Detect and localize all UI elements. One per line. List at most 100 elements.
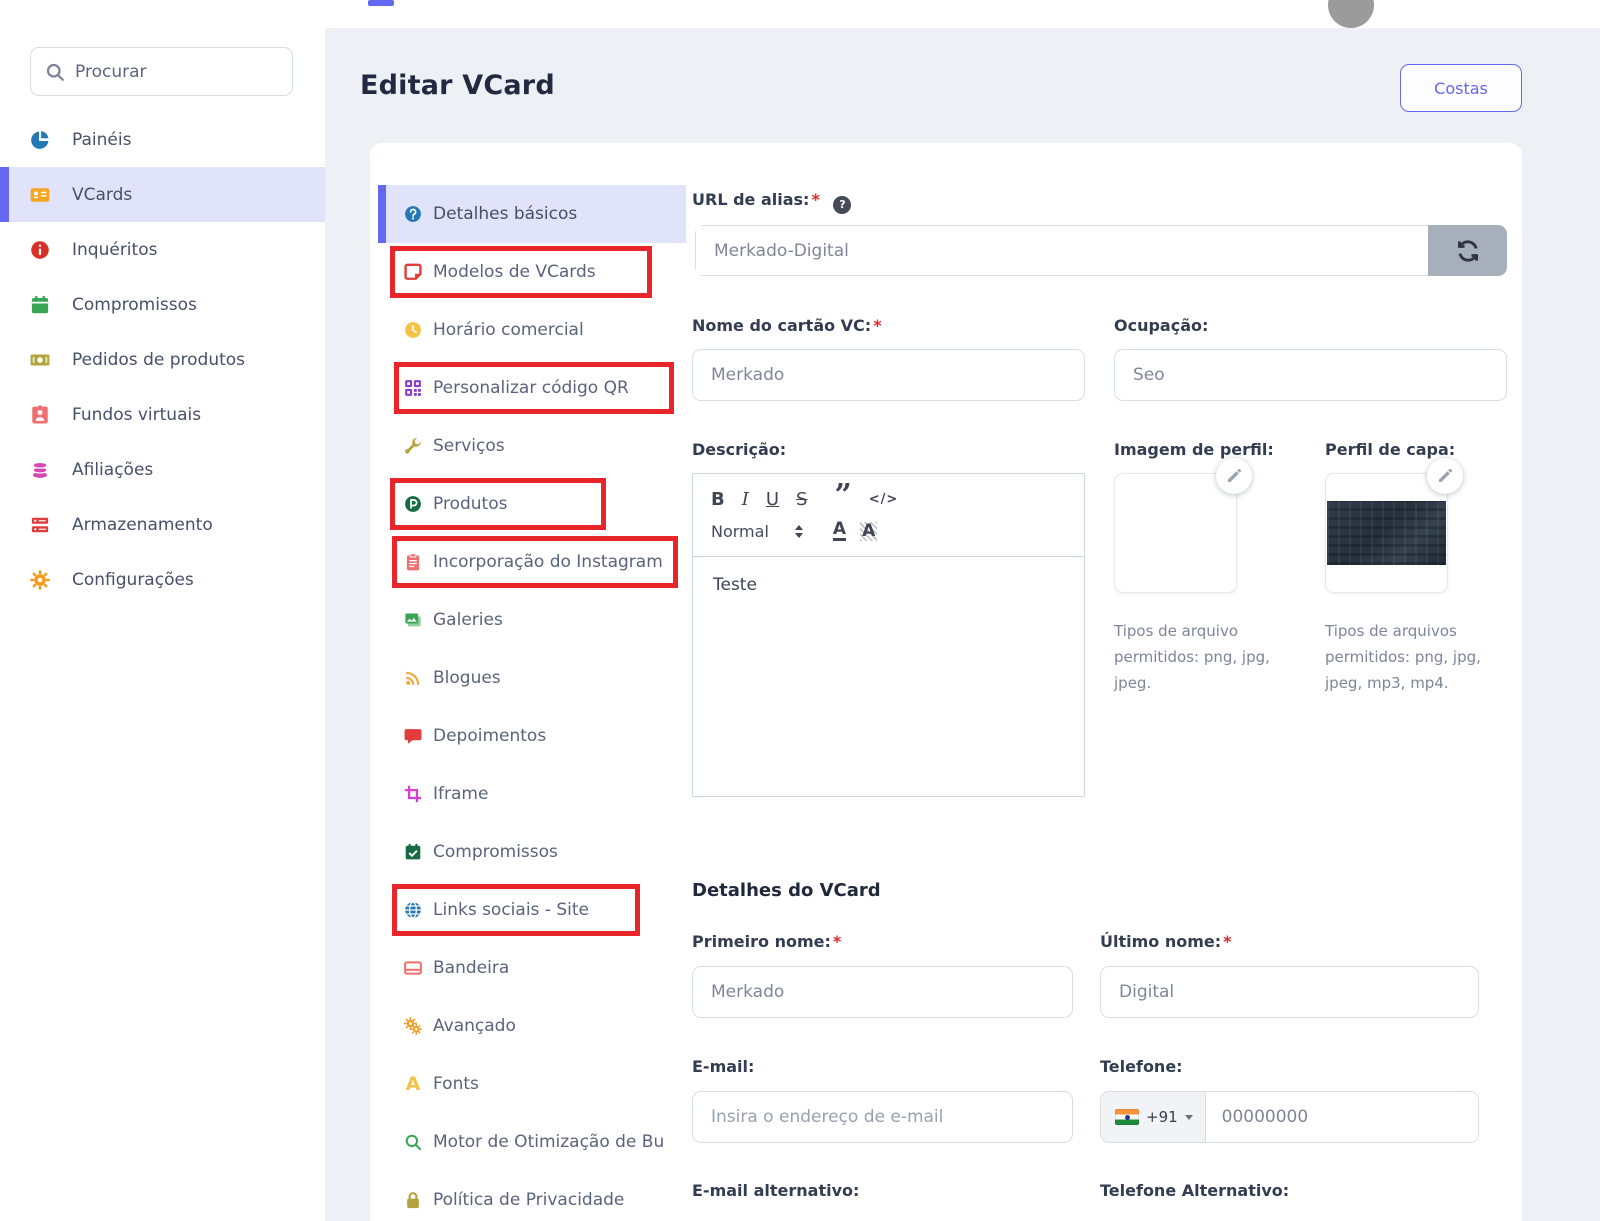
globe-icon <box>404 901 422 919</box>
tab-label: Blogues <box>433 668 501 688</box>
search-icon <box>404 1133 422 1151</box>
tab-iframe[interactable]: Iframe <box>378 765 686 823</box>
description-content[interactable]: Teste <box>693 557 1084 613</box>
server-icon <box>30 515 50 535</box>
first-name-input[interactable] <box>693 967 1072 1017</box>
cover-profile-upload[interactable] <box>1325 473 1448 593</box>
tab-compromissos[interactable]: Compromissos <box>378 823 686 881</box>
tab-label: Motor de Otimização de Bu <box>433 1132 665 1152</box>
tab-label: Galeries <box>433 610 503 630</box>
code-button[interactable]: </> <box>869 492 899 507</box>
sidebar-item-label: Fundos virtuais <box>72 404 202 425</box>
alt-email-label: E-mail alternativo: <box>692 1181 860 1200</box>
alias-label: URL de alias: * ? <box>692 190 852 214</box>
tab-motor-de-otimizacao[interactable]: Motor de Otimização de Bu <box>378 1113 686 1171</box>
cover-profile-hint: Tipos de arquivos permitidos: png, jpg, … <box>1325 622 1481 692</box>
tab-depoimentos[interactable]: Depoimentos <box>378 707 686 765</box>
sidebar: Painéis VCards Inquéritos Compromissos P… <box>0 0 325 1221</box>
tab-label: Serviços <box>433 436 505 456</box>
tab-produtos[interactable]: Produtos <box>378 475 686 533</box>
sidebar-item-label: Configurações <box>72 569 194 590</box>
tab-fonts[interactable]: A Fonts <box>378 1055 686 1113</box>
occupation-label: Ocupação: <box>1114 316 1209 335</box>
hamburger-menu-icon[interactable] <box>368 0 394 6</box>
tab-label: Incorporação do Instagram <box>433 552 663 572</box>
bold-button[interactable]: B <box>711 489 725 510</box>
tab-avancado[interactable]: Avançado <box>378 997 686 1055</box>
edit-profile-image-button[interactable] <box>1216 458 1252 494</box>
cover-image-preview <box>1327 501 1446 565</box>
tab-galeries[interactable]: Galeries <box>378 591 686 649</box>
occupation-input[interactable] <box>1115 350 1506 400</box>
underline-button[interactable]: U <box>766 489 779 510</box>
badge-icon <box>30 405 50 425</box>
tab-label: Produtos <box>433 494 508 514</box>
profile-image-label: Imagem de perfil: <box>1114 440 1274 459</box>
description-label: Descrição: <box>692 440 787 459</box>
highlight-color-button[interactable]: A <box>860 521 878 541</box>
help-icon[interactable]: ? <box>833 195 852 214</box>
sidebar-nav: Painéis VCards Inquéritos Compromissos P… <box>0 112 325 607</box>
pie-chart-icon <box>30 130 50 150</box>
tab-label: Avançado <box>433 1016 516 1036</box>
search-icon <box>45 62 65 82</box>
blockquote-button[interactable]: ” <box>834 481 851 511</box>
sidebar-item-fundos-virtuais[interactable]: Fundos virtuais <box>0 387 325 442</box>
back-button[interactable]: Costas <box>1400 64 1522 112</box>
text-color-button[interactable]: A <box>832 521 847 541</box>
italic-button[interactable]: I <box>742 489 749 510</box>
avatar[interactable] <box>1328 0 1374 28</box>
description-editor[interactable]: B I U S ” </> Normal A A Teste <box>692 473 1085 797</box>
tab-incorporacao-do-instagram[interactable]: Incorporação do Instagram <box>378 533 686 591</box>
tab-horario-comercial[interactable]: Horário comercial <box>378 301 686 359</box>
sidebar-item-pedidos-de-produtos[interactable]: Pedidos de produtos <box>0 332 325 387</box>
tab-label: Modelos de VCards <box>433 262 596 282</box>
tab-personalizar-codigo-qr[interactable]: Personalizar código QR <box>378 359 686 417</box>
dial-code-dropdown[interactable]: +91 <box>1101 1092 1206 1142</box>
tab-servicos[interactable]: Serviços <box>378 417 686 475</box>
phone-input[interactable] <box>1205 1092 1478 1142</box>
pencil-icon <box>1437 468 1453 484</box>
clipboard-icon <box>404 553 422 571</box>
strikethrough-button[interactable]: S <box>796 489 807 510</box>
edit-cover-profile-button[interactable] <box>1427 458 1463 494</box>
format-dropdown-value: Normal <box>711 521 769 541</box>
refresh-alias-button[interactable] <box>1428 225 1507 276</box>
search-input[interactable] <box>75 61 278 82</box>
alias-input[interactable] <box>696 226 1428 275</box>
tab-label: Horário comercial <box>433 320 584 340</box>
sidebar-item-paineis[interactable]: Painéis <box>0 112 325 167</box>
sidebar-item-armazenamento[interactable]: Armazenamento <box>0 497 325 552</box>
calendar-check-icon <box>404 843 422 861</box>
page-title: Editar VCard <box>360 70 555 101</box>
sidebar-item-label: Inquéritos <box>72 239 158 260</box>
phone-field-group: +91 <box>1100 1091 1479 1143</box>
tab-modelos-de-vcards[interactable]: Modelos de VCards <box>378 243 686 301</box>
format-dropdown[interactable]: Normal <box>711 522 803 541</box>
vcard-details-heading: Detalhes do VCard <box>692 880 881 901</box>
tab-blogues[interactable]: Blogues <box>378 649 686 707</box>
sidebar-item-vcards[interactable]: VCards <box>0 167 325 222</box>
tab-label: Depoimentos <box>433 726 547 746</box>
vcard-name-input[interactable] <box>693 350 1084 400</box>
sidebar-item-afiliacoes[interactable]: Afiliações <box>0 442 325 497</box>
sidebar-item-configuracoes[interactable]: Configurações <box>0 552 325 607</box>
vcard-name-label: Nome do cartão VC: * <box>692 316 882 335</box>
tab-detalhes-basicos[interactable]: Detalhes básicos <box>378 185 686 243</box>
tab-bandeira[interactable]: Bandeira <box>378 939 686 997</box>
font-icon: A <box>405 1073 421 1095</box>
lock-icon <box>404 1191 422 1209</box>
sidebar-item-inqueritos[interactable]: Inquéritos <box>0 222 325 277</box>
profile-image-upload[interactable] <box>1114 473 1237 593</box>
calendar-icon <box>30 295 50 315</box>
tab-politica-de-privacidade[interactable]: Política de Privacidade <box>378 1171 686 1221</box>
note-icon <box>404 263 422 281</box>
tab-links-sociais-site[interactable]: Links sociais - Site <box>378 881 686 939</box>
coins-icon <box>30 460 50 480</box>
question-circle-icon <box>404 205 422 223</box>
editor-toolbar: B I U S ” </> Normal A A <box>693 474 1084 557</box>
sidebar-search[interactable] <box>30 47 293 96</box>
last-name-input[interactable] <box>1101 967 1478 1017</box>
email-input[interactable] <box>693 1092 1072 1142</box>
sidebar-item-compromissos[interactable]: Compromissos <box>0 277 325 332</box>
